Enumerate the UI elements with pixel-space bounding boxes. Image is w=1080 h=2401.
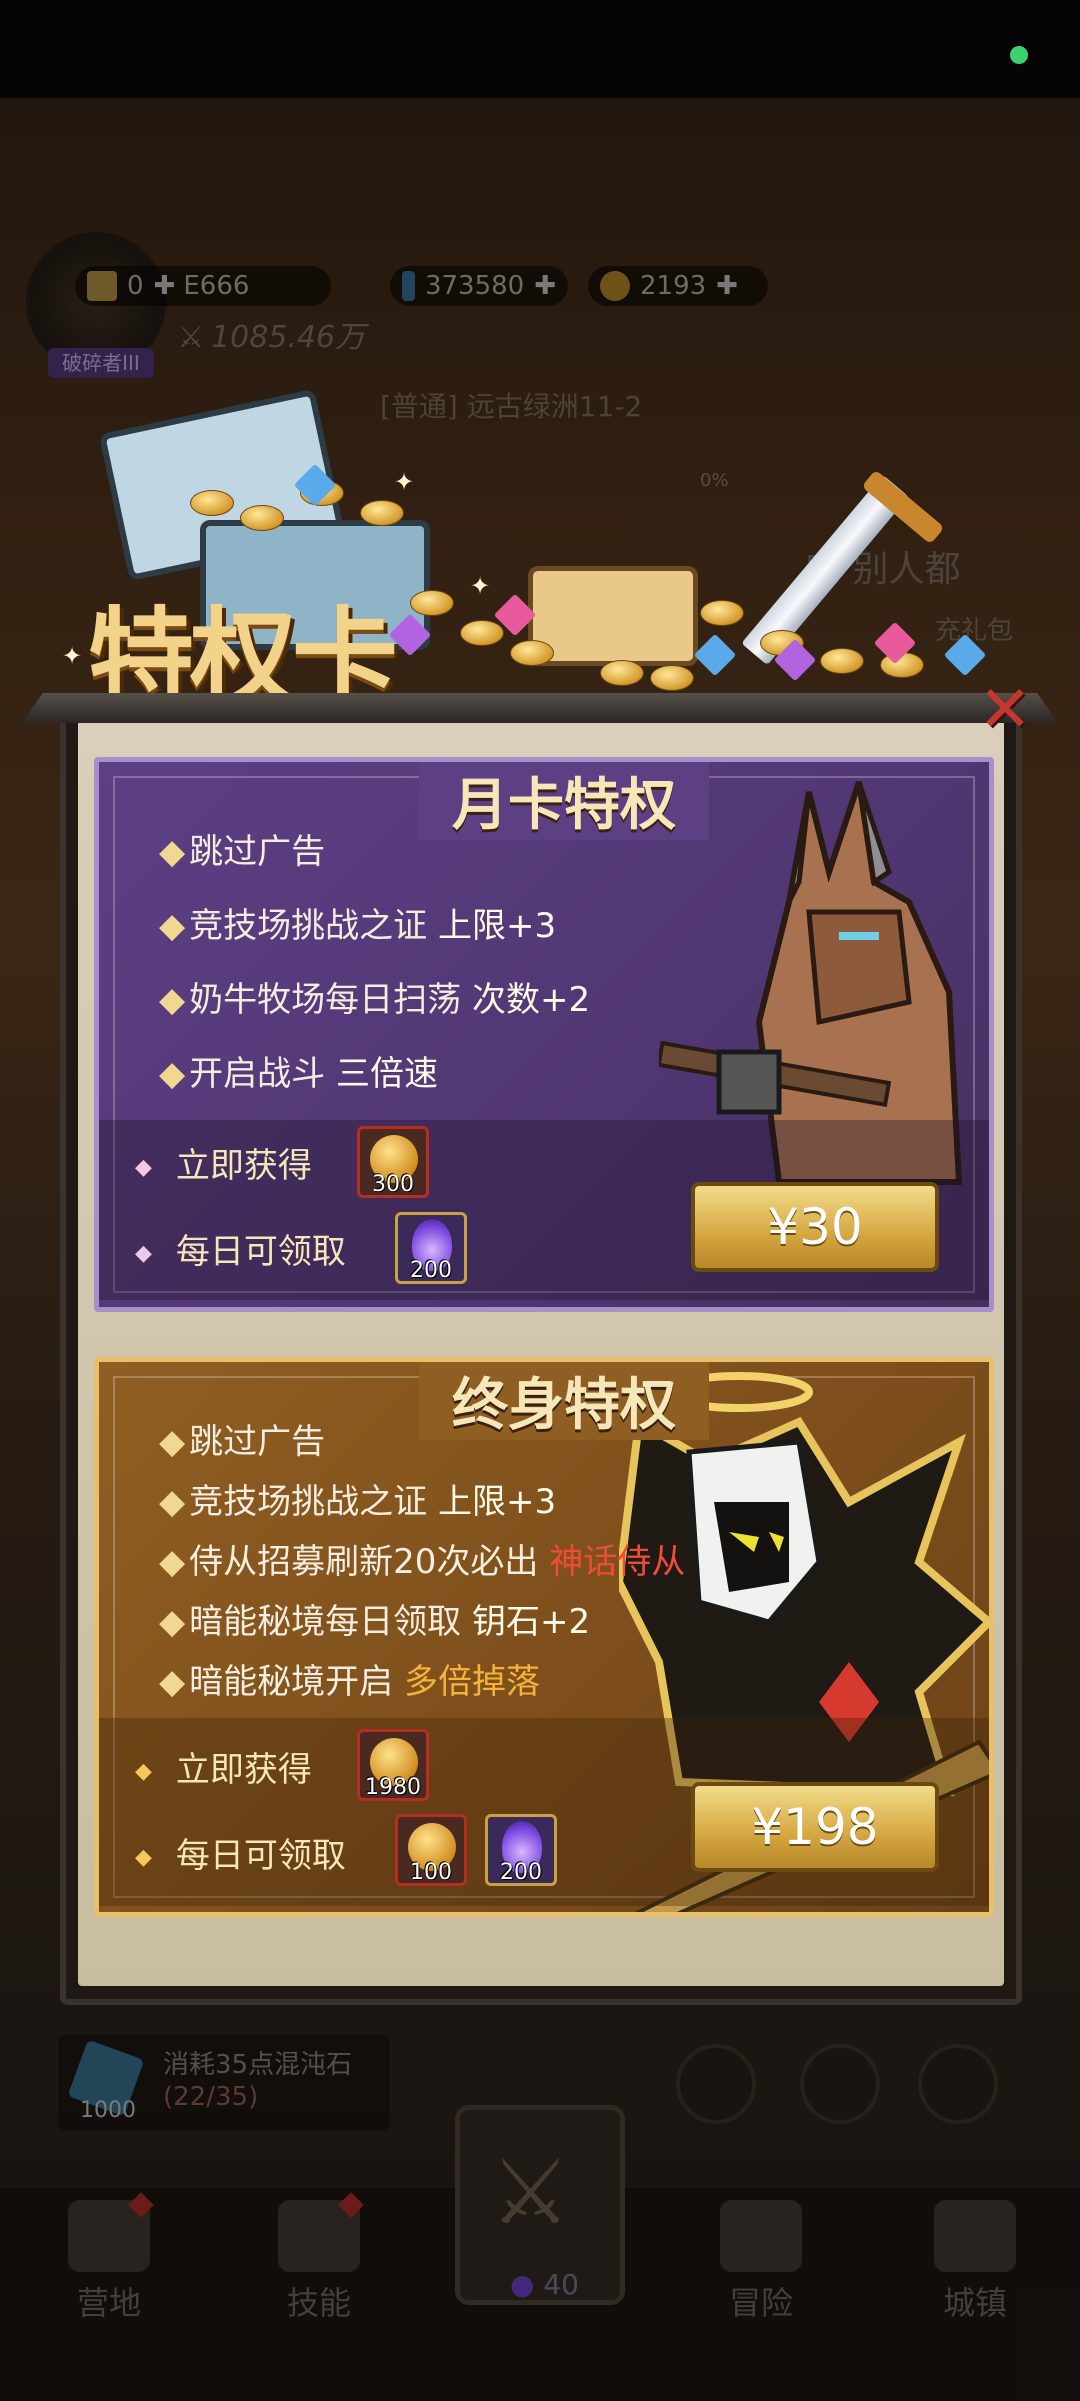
- daily-reward-label: ◆ 每日可领取: [135, 1836, 346, 1876]
- card-title-wrap: 终身特权: [419, 1362, 709, 1440]
- perk-item: ◆ 开启战斗 三倍速: [159, 1054, 438, 1094]
- sparkle-icon: ✦: [394, 468, 415, 496]
- bullet-icon: ◆: [159, 1662, 186, 1702]
- perk-item: ◆ 暗能秘境每日领取 钥石+2: [159, 1602, 591, 1642]
- bullet-icon: ◆: [135, 1845, 152, 1870]
- instant-reward-label: ◆ 立即获得: [135, 1750, 312, 1790]
- reward-item-coin[interactable]: 1980: [357, 1729, 429, 1801]
- item-quantity: 1980: [365, 1775, 421, 1800]
- gold-coin-icon: [190, 490, 234, 516]
- buy-lifetime-button[interactable]: ¥198: [691, 1782, 939, 1872]
- card-title-wrap: 月卡特权: [419, 762, 709, 840]
- lifetime-card: 终身特权 ◆ 跳过广告 ◆ 竞技场挑战之证 上限+3 ◆ 侍从招募刷新20次必出 神话…: [94, 1357, 994, 1917]
- status-indicator-icon: [1010, 46, 1028, 64]
- perk-item: ◆ 跳过广告: [159, 832, 326, 872]
- reward-item-coin[interactable]: 100: [395, 1814, 467, 1886]
- gold-coin-icon: [360, 500, 404, 526]
- bullet-icon: ◆: [159, 1482, 186, 1522]
- gold-coin-icon: [600, 660, 644, 686]
- reward-item-flame[interactable]: 200: [485, 1814, 557, 1886]
- lifetime-card-title: 终身特权: [452, 1372, 676, 1438]
- bullet-icon: ◆: [159, 1542, 186, 1582]
- reward-item-coin[interactable]: 300: [357, 1126, 429, 1198]
- buy-monthly-button[interactable]: ¥30: [691, 1182, 939, 1272]
- reward-item-flame[interactable]: 200: [395, 1212, 467, 1284]
- popup-top-bar: [22, 693, 1058, 723]
- gold-coin-icon: [820, 648, 864, 674]
- bullet-icon: ◆: [159, 1422, 186, 1462]
- bullet-icon: ◆: [159, 832, 186, 872]
- gold-coin-icon: [410, 590, 454, 616]
- perk-item: ◆ 暗能秘境开启 多倍掉落: [159, 1662, 540, 1702]
- item-quantity: 200: [410, 1258, 452, 1283]
- bullet-icon: ◆: [159, 980, 186, 1020]
- monthly-card: 月卡特权 ◆ 跳过广告 ◆ 竞技场挑战之证 上限+3 ◆ 奶牛牧场每日扫荡 次数+2 …: [94, 757, 994, 1312]
- close-button[interactable]: ✕: [972, 678, 1038, 746]
- daily-reward-label: ◆ 每日可领取: [135, 1232, 346, 1272]
- item-quantity: 200: [500, 1860, 542, 1885]
- sparkle-icon: ✦: [62, 642, 83, 670]
- bullet-icon: ◆: [135, 1241, 152, 1266]
- bullet-icon: ◆: [159, 906, 186, 946]
- perk-item: ◆ 跳过广告: [159, 1422, 326, 1462]
- instant-reward-label: ◆ 立即获得: [135, 1146, 312, 1186]
- perk-item: ◆ 竞技场挑战之证 上限+3: [159, 1482, 557, 1522]
- gold-coin-icon: [240, 505, 284, 531]
- monthly-card-title: 月卡特权: [452, 772, 676, 838]
- gold-coin-icon: [460, 620, 504, 646]
- bullet-icon: ◆: [159, 1054, 186, 1094]
- item-quantity: 100: [410, 1860, 452, 1885]
- gold-coin-icon: [510, 640, 554, 666]
- sparkle-icon: ✦: [470, 572, 491, 600]
- perk-item: ◆ 奶牛牧场每日扫荡 次数+2: [159, 980, 591, 1020]
- status-bar: [0, 0, 1080, 98]
- item-quantity: 300: [372, 1172, 414, 1197]
- perk-item: ◆ 侍从招募刷新20次必出 神话侍从: [159, 1542, 686, 1582]
- gold-coin-icon: [650, 665, 694, 691]
- bullet-icon: ◆: [159, 1602, 186, 1642]
- bullet-icon: ◆: [135, 1155, 152, 1180]
- gold-coin-icon: [700, 600, 744, 626]
- perk-item: ◆ 竞技场挑战之证 上限+3: [159, 906, 557, 946]
- bullet-icon: ◆: [135, 1759, 152, 1784]
